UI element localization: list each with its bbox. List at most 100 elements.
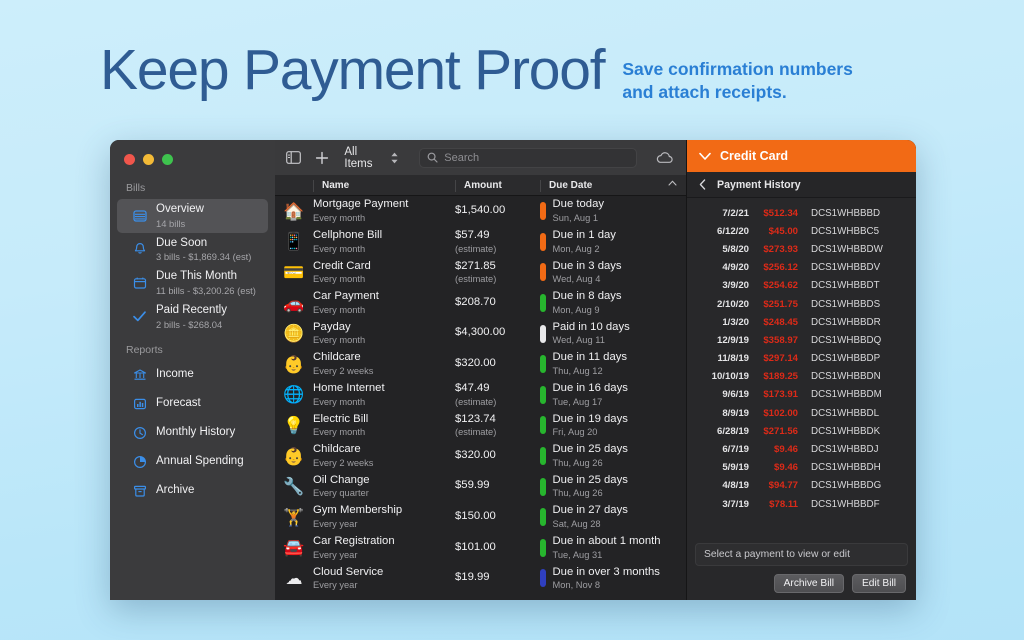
payment-history-row[interactable]: 8/9/19$102.00DCS1WHBBDL xyxy=(687,404,916,422)
payment-confirmation-number: DCS1WHBBDL xyxy=(805,408,906,419)
bill-due-label: Due in 1 day xyxy=(553,229,616,243)
table-row[interactable]: 📱Cellphone BillEvery month$57.49(estimat… xyxy=(275,227,686,258)
payment-confirmation-number: DCS1WHBBDF xyxy=(805,499,906,510)
sidebar-toggle-icon[interactable] xyxy=(285,148,303,168)
column-header-name[interactable]: Name xyxy=(313,180,455,192)
table-row[interactable]: 💡Electric BillEvery month$123.74(estimat… xyxy=(275,410,686,441)
close-button[interactable] xyxy=(124,154,135,165)
payment-history-row[interactable]: 3/7/19$78.11DCS1WHBBDF xyxy=(687,495,916,513)
table-row[interactable]: 🏠Mortgage PaymentEvery month$1,540.00Due… xyxy=(275,196,686,227)
sidebar-item-overview[interactable]: Overview 14 bills xyxy=(117,199,268,233)
payment-history-row[interactable]: 6/7/19$9.46DCS1WHBBDJ xyxy=(687,440,916,458)
table-row[interactable]: 💳Credit CardEvery month$271.85(estimate)… xyxy=(275,257,686,288)
sidebar-item-due-this-month[interactable]: Due This Month 11 bills - $3,200.26 (est… xyxy=(117,266,268,300)
calendar-icon xyxy=(132,276,147,291)
payment-history-row[interactable]: 7/2/21$512.34DCS1WHBBBD xyxy=(687,204,916,222)
table-row[interactable]: 👶ChildcareEvery 2 weeks$320.00Due in 11 … xyxy=(275,349,686,380)
payment-history-row[interactable]: 10/10/19$189.25DCS1WHBBDN xyxy=(687,368,916,386)
zoom-button[interactable] xyxy=(162,154,173,165)
payment-date: 4/9/20 xyxy=(697,262,749,273)
payment-history-row[interactable]: 1/3/20$248.45DCS1WHBBDR xyxy=(687,313,916,331)
payment-history-list[interactable]: 7/2/21$512.34DCS1WHBBBD6/12/20$45.00DCS1… xyxy=(687,198,916,541)
bar-chart-icon xyxy=(132,397,147,412)
sidebar-item-annual-spending[interactable]: Annual Spending xyxy=(117,448,268,477)
table-row[interactable]: 🌐Home InternetEvery month$47.49(estimate… xyxy=(275,380,686,411)
status-badge xyxy=(540,355,546,373)
bill-amount: $271.85 xyxy=(455,260,540,274)
bill-amount: $4,300.00 xyxy=(455,326,540,340)
bill-category-icon: 💳 xyxy=(275,264,313,281)
search-input[interactable]: Search xyxy=(419,148,637,168)
sidebar-item-paid-recently[interactable]: Paid Recently 2 bills - $268.04 xyxy=(117,300,268,334)
bill-category-icon: 🚗 xyxy=(275,295,313,312)
bill-recurrence: Every 2 weeks xyxy=(313,366,455,377)
payment-history-row[interactable]: 12/9/19$358.97DCS1WHBBDQ xyxy=(687,331,916,349)
table-row[interactable]: 🪙PaydayEvery month$4,300.00Paid in 10 da… xyxy=(275,318,686,349)
bill-name: Childcare xyxy=(313,443,455,457)
chevron-left-icon[interactable] xyxy=(699,179,706,190)
edit-bill-button[interactable]: Edit Bill xyxy=(852,574,906,593)
table-row[interactable]: 👶ChildcareEvery 2 weeks$320.00Due in 25 … xyxy=(275,441,686,472)
filter-popup-button[interactable]: All Items xyxy=(340,146,399,170)
bill-amount: $1,540.00 xyxy=(455,204,540,218)
payment-date: 11/8/19 xyxy=(697,353,749,364)
table-row[interactable]: 🏋Gym MembershipEvery year$150.00Due in 2… xyxy=(275,502,686,533)
promo-subtitle-line1: Save confirmation numbers xyxy=(622,58,852,81)
payment-history-row[interactable]: 5/9/19$9.46DCS1WHBBDH xyxy=(687,459,916,477)
bill-due-date: Mon, Nov 8 xyxy=(553,580,660,591)
payment-history-row[interactable]: 9/6/19$173.91DCS1WHBBDM xyxy=(687,386,916,404)
column-header-due-date[interactable]: Due Date xyxy=(540,180,686,192)
sidebar-item-due-soon[interactable]: Due Soon 3 bills - $1,869.34 (est) xyxy=(117,233,268,267)
payment-date: 2/10/20 xyxy=(697,299,749,310)
payment-date: 6/7/19 xyxy=(697,444,749,455)
payment-history-header: Payment History xyxy=(687,172,916,198)
payment-date: 5/9/19 xyxy=(697,462,749,473)
bill-due-label: Due in 11 days xyxy=(553,351,628,365)
cloud-icon[interactable] xyxy=(655,151,674,165)
bill-name-cell: Electric BillEvery month xyxy=(313,413,455,439)
add-item-button[interactable] xyxy=(313,148,331,168)
payment-history-row[interactable]: 4/9/20$256.12DCS1WHBBDV xyxy=(687,259,916,277)
payment-history-row[interactable]: 3/9/20$254.62DCS1WHBBDT xyxy=(687,277,916,295)
payment-amount: $273.93 xyxy=(749,244,805,255)
sidebar-item-income[interactable]: Income xyxy=(117,361,268,390)
minimize-button[interactable] xyxy=(143,154,154,165)
bill-amount-cell: $1,540.00 xyxy=(455,204,540,219)
app-window: Bills Overview 14 bills Due Soon 3 bills… xyxy=(110,140,916,600)
payment-confirmation-number: DCS1WHBBDM xyxy=(805,389,906,400)
bill-recurrence: Every quarter xyxy=(313,488,455,499)
bill-category-icon: 🌐 xyxy=(275,386,313,403)
payment-date: 3/9/20 xyxy=(697,280,749,291)
bill-due-date: Mon, Aug 9 xyxy=(553,305,622,316)
sidebar-item-sublabel: 3 bills - $1,869.34 (est) xyxy=(156,251,251,262)
detail-header[interactable]: Credit Card xyxy=(687,140,916,172)
sidebar-item-forecast[interactable]: Forecast xyxy=(117,390,268,419)
bill-amount-cell: $320.00 xyxy=(455,357,540,372)
payment-history-row[interactable]: 5/8/20$273.93DCS1WHBBDW xyxy=(687,240,916,258)
bill-due-cell: Due in 16 daysTue, Aug 17 xyxy=(540,382,686,408)
bill-category-icon: 🔧 xyxy=(275,478,313,495)
table-row[interactable]: 🔧Oil ChangeEvery quarter$59.99Due in 25 … xyxy=(275,471,686,502)
payment-history-row[interactable]: 2/10/20$251.75DCS1WHBBDS xyxy=(687,295,916,313)
table-row[interactable]: 🚗Car PaymentEvery month$208.70Due in 8 d… xyxy=(275,288,686,319)
payment-amount: $94.77 xyxy=(749,480,805,491)
chevron-down-icon[interactable] xyxy=(699,152,711,161)
sidebar: Bills Overview 14 bills Due Soon 3 bills… xyxy=(110,140,275,600)
chevron-updown-icon xyxy=(390,151,399,165)
table-row[interactable]: ☁Cloud ServiceEvery year$19.99Due in ove… xyxy=(275,563,686,594)
payment-history-row[interactable]: 6/28/19$271.56DCS1WHBBDK xyxy=(687,422,916,440)
column-header-amount[interactable]: Amount xyxy=(455,180,540,192)
payment-history-row[interactable]: 11/8/19$297.14DCS1WHBBDP xyxy=(687,350,916,368)
payment-amount: $9.46 xyxy=(749,462,805,473)
payment-history-row[interactable]: 4/8/19$94.77DCS1WHBBDG xyxy=(687,477,916,495)
bill-amount-cell: $59.99 xyxy=(455,479,540,494)
checkmark-icon xyxy=(132,309,147,324)
payment-history-row[interactable]: 6/12/20$45.00DCS1WHBBC5 xyxy=(687,222,916,240)
sidebar-item-monthly-history[interactable]: Monthly History xyxy=(117,419,268,448)
bill-name-cell: ChildcareEvery 2 weeks xyxy=(313,351,455,377)
bills-table[interactable]: 🏠Mortgage PaymentEvery month$1,540.00Due… xyxy=(275,196,686,600)
bill-name-cell: Credit CardEvery month xyxy=(313,260,455,286)
sidebar-item-archive[interactable]: Archive xyxy=(117,477,268,506)
archive-bill-button[interactable]: Archive Bill xyxy=(774,574,844,593)
table-row[interactable]: 🚘Car RegistrationEvery year$101.00Due in… xyxy=(275,533,686,564)
